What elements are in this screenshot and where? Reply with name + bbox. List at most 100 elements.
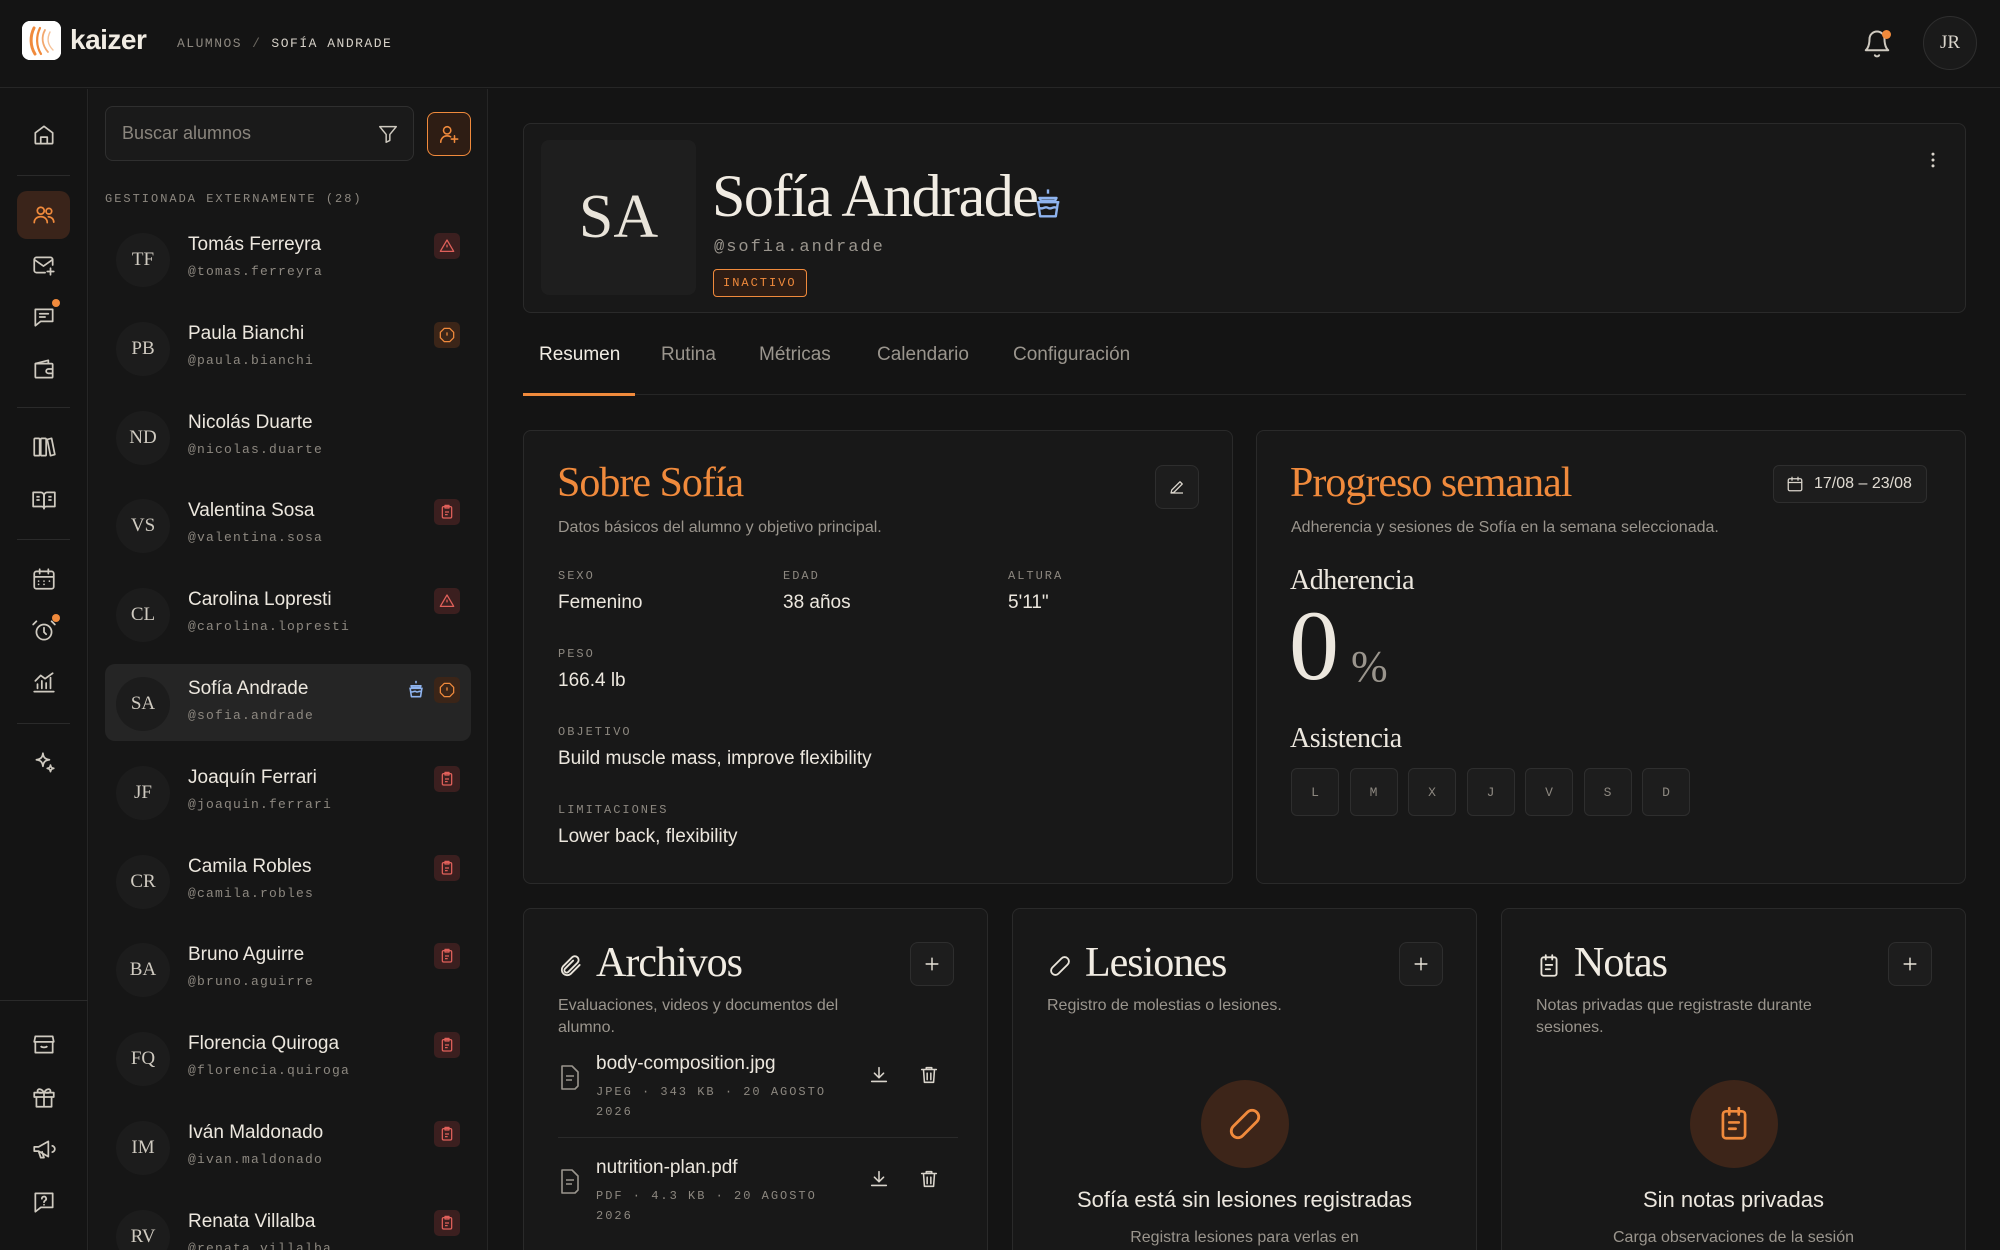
tab-rutina[interactable]: Rutina (661, 344, 716, 394)
student-avatar: ND (116, 410, 170, 465)
field-label-peso: PESO (558, 647, 595, 661)
chart-icon[interactable] (17, 659, 70, 707)
book-open-icon[interactable] (17, 476, 70, 524)
student-name: Joaquín Ferrari (188, 766, 317, 788)
add-injury-button[interactable] (1399, 942, 1443, 986)
notes-subtitle: Notas privadas que registraste durante s… (1536, 997, 1812, 1036)
student-list-item[interactable]: ND Nicolás Duarte @nicolas.duarte (105, 398, 471, 475)
notes-empty-title: Sin notas privadas (1643, 1187, 1824, 1212)
mail-plus-icon[interactable] (17, 241, 70, 289)
kaizer-logo-icon[interactable] (22, 21, 61, 60)
birthday-cake-icon (406, 679, 426, 701)
attendance-day: D (1642, 768, 1690, 816)
field-label-edad: EDAD (783, 569, 820, 583)
download-icon[interactable] (868, 1168, 890, 1190)
wallet-icon[interactable] (17, 345, 70, 393)
clipboard-icon (434, 765, 460, 792)
student-list-item[interactable]: SA Sofía Andrade @sofia.andrade (105, 664, 471, 741)
field-label-altura: ALTURA (1008, 569, 1064, 583)
student-name: Iván Maldonado (188, 1122, 324, 1143)
rail-divider (17, 539, 70, 540)
student-name: Renata Villalba (188, 1210, 316, 1232)
calendar-icon[interactable] (17, 555, 70, 603)
add-file-button[interactable] (910, 942, 954, 986)
files-title: Archivos (596, 940, 743, 986)
about-title: Sobre Sofía (557, 460, 744, 506)
student-avatar: VS (116, 499, 170, 554)
users-icon[interactable] (17, 191, 70, 239)
calendar-icon (1787, 476, 1803, 492)
file-icon (558, 1063, 582, 1091)
student-avatar: BA (116, 943, 170, 998)
section-label: GESTIONADA EXTERNAMENTE (28) (105, 192, 363, 206)
student-list-item[interactable]: IM Iván Maldonado @ivan.maldonado (105, 1108, 471, 1185)
megaphone-icon[interactable] (17, 1125, 70, 1173)
trash-icon[interactable] (918, 1064, 940, 1086)
alert-icon (434, 677, 460, 703)
help-icon[interactable] (17, 1178, 70, 1226)
student-handle: @nicolas.duarte (188, 441, 324, 457)
rail-divider (17, 407, 70, 408)
more-options-icon[interactable] (1923, 150, 1943, 170)
plus-icon (1903, 957, 1917, 971)
user-avatar[interactable]: JR (1923, 16, 1977, 70)
student-handle: @carolina.lopresti (188, 619, 351, 635)
home-icon[interactable] (17, 111, 70, 159)
filter-icon[interactable] (377, 123, 399, 145)
field-value-sexo: Femenino (558, 592, 643, 613)
notepad-icon (1536, 953, 1562, 979)
attendance-day: V (1525, 768, 1573, 816)
student-name: Carolina Lopresti (188, 589, 332, 611)
student-list-item[interactable]: VS Valentina Sosa @valentina.sosa (105, 486, 471, 563)
date-range: 17/08 – 23/08 (1814, 475, 1912, 492)
file-name: nutrition-plan.pdf (596, 1157, 738, 1178)
files-subtitle: Evaluaciones, videos y documentos del al… (558, 997, 839, 1036)
student-handle: @valentina.sosa (188, 530, 324, 546)
student-list-item[interactable]: JF Joaquín Ferrari @joaquin.ferrari (105, 753, 471, 830)
chat-icon[interactable] (17, 293, 70, 341)
edit-button[interactable] (1155, 465, 1199, 509)
student-list-item[interactable]: BA Bruno Aguirre @bruno.aguirre (105, 930, 471, 1007)
add-student-button[interactable] (427, 112, 471, 156)
tab-metricas[interactable]: Métricas (759, 344, 831, 394)
profile-tabs: Resumen Rutina Métricas Calendario Confi… (523, 330, 1966, 396)
week-date-picker[interactable]: 17/08 – 23/08 (1773, 465, 1927, 503)
student-list-item[interactable]: TF Tomás Ferreyra @tomas.ferreyra (105, 220, 471, 297)
adherence-value: 0 (1289, 590, 1339, 701)
user-plus-icon (439, 125, 459, 144)
trash-icon[interactable] (918, 1168, 940, 1190)
tab-calendario[interactable]: Calendario (877, 344, 969, 394)
student-list-item[interactable]: RV Renata Villalba @renata.villalba (105, 1197, 471, 1250)
store-icon[interactable] (17, 1020, 70, 1068)
student-list-item[interactable]: CL Carolina Lopresti @carolina.lopresti (105, 575, 471, 652)
field-value-limitaciones: Lower back, flexibility (558, 826, 738, 847)
tab-configuracion[interactable]: Configuración (1013, 344, 1130, 394)
book-icon[interactable] (17, 423, 70, 471)
sparkle-icon[interactable] (17, 739, 70, 787)
student-handle: @sofia.andrade (188, 708, 315, 723)
warning-icon (434, 588, 460, 615)
student-list-item[interactable]: PB Paula Bianchi @paula.bianchi (105, 309, 471, 386)
notes-empty-icon (1690, 1080, 1778, 1168)
top-bar: kaizer ALUMNOS / SOFÍA ANDRADE JR (0, 0, 2000, 88)
student-avatar: SA (116, 677, 170, 731)
gift-icon[interactable] (17, 1073, 70, 1121)
download-icon[interactable] (868, 1064, 890, 1086)
app-name: kaizer (70, 24, 147, 55)
profile-avatar[interactable]: SA (541, 140, 696, 295)
student-handle: @joaquin.ferrari (188, 796, 333, 812)
search-input[interactable] (122, 107, 362, 160)
clipboard-icon (434, 1209, 460, 1236)
breadcrumb-students[interactable]: ALUMNOS (177, 36, 242, 51)
notes-card: Notas Notas privadas que registraste dur… (1501, 908, 1966, 1250)
breadcrumb-separator: / (252, 36, 262, 51)
student-name: Paula Bianchi (188, 322, 305, 344)
student-name: Valentina Sosa (188, 500, 315, 522)
add-note-button[interactable] (1888, 942, 1932, 986)
student-avatar: FQ (116, 1032, 170, 1087)
student-list-item[interactable]: FQ Florencia Quiroga @florencia.quiroga (105, 1019, 471, 1096)
alarm-icon[interactable] (17, 607, 70, 655)
notes-title: Notas (1574, 940, 1668, 986)
student-list-item[interactable]: CR Camila Robles @camila.robles (105, 842, 471, 919)
tab-resumen[interactable]: Resumen (539, 344, 620, 394)
